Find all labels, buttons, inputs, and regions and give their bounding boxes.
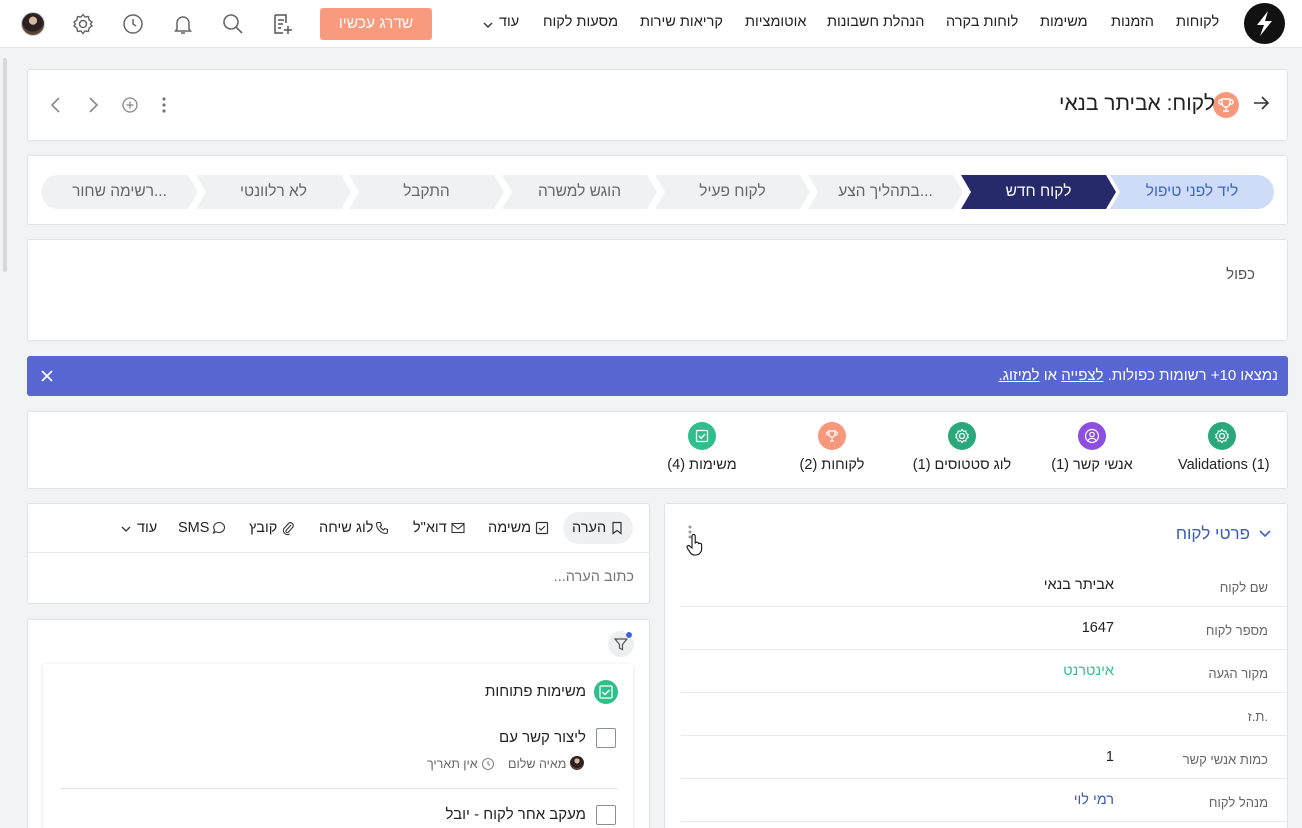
nav-automations[interactable]: אוטומציות xyxy=(745,14,807,30)
user-avatar[interactable] xyxy=(21,12,45,36)
tab-more[interactable]: עוד xyxy=(137,520,157,536)
tab-file[interactable]: קובץ xyxy=(249,520,277,536)
clock-icon[interactable] xyxy=(121,12,145,36)
upgrade-button[interactable]: שדרג עכשיו xyxy=(320,8,432,40)
nav-dashboards[interactable]: לוחות בקרה xyxy=(946,14,1018,30)
nav-more[interactable]: עוד xyxy=(499,14,519,30)
back-arrow-icon[interactable] xyxy=(1252,95,1270,111)
nav-tasks[interactable]: משימות xyxy=(1040,14,1088,30)
related-status-log[interactable]: לוג סטטוסים (1) xyxy=(912,422,1012,473)
tab-call-log[interactable]: לוג שיחה xyxy=(319,520,373,536)
field-customer-number: מספר לקוח 1647 xyxy=(681,607,1288,650)
bookmark-icon xyxy=(612,521,622,535)
composer-divider xyxy=(28,552,649,553)
chevron-right-icon[interactable] xyxy=(86,96,100,114)
page-scrollbar[interactable] xyxy=(3,58,7,272)
gear-icon xyxy=(1208,422,1236,450)
chevron-down-icon[interactable] xyxy=(482,20,494,30)
duplicates-banner: נמצאו 10+ רשומות כפולות. לצפייה או למיזו… xyxy=(27,356,1288,396)
paperclip-icon xyxy=(282,522,294,536)
stage-active-customer[interactable]: לקוח פעיל xyxy=(655,175,810,209)
task-title[interactable]: מעקב אחר לקוח - יובל xyxy=(445,806,586,823)
task-owner: מאיה שלום xyxy=(508,757,567,771)
chat-bubble-icon xyxy=(212,521,225,535)
user-icon xyxy=(1078,422,1106,450)
stage-accepted[interactable]: התקבל xyxy=(349,175,504,209)
logo-icon xyxy=(1257,11,1272,36)
related-contacts[interactable]: אנשי קשר (1) xyxy=(1050,422,1134,473)
customer-type-badge xyxy=(1213,92,1239,118)
stage-lead-before-handling[interactable]: ליד לפני טיפול xyxy=(1110,175,1274,209)
field-id-number: ת.ז. xyxy=(681,693,1288,736)
page-title: לקוח: אביתר בנאי xyxy=(1059,92,1215,115)
related-tasks[interactable]: משימות (4) xyxy=(664,422,740,473)
stage-submitted[interactable]: הוגש למשרה xyxy=(502,175,657,209)
chevron-down-icon[interactable] xyxy=(120,524,132,534)
field-lead-source: מקור הגעה אינטרנט xyxy=(681,650,1288,693)
tab-email[interactable]: דוא"ל xyxy=(413,520,447,536)
nav-accounting[interactable]: הנהלת חשבונות xyxy=(827,14,924,30)
tab-note-label[interactable]: הערה xyxy=(572,520,606,536)
stage-blacklist[interactable]: רשימה שחור... xyxy=(41,175,198,209)
details-section-title[interactable]: פרטי לקוח xyxy=(1176,524,1250,544)
task-due-date: אין תאריך xyxy=(427,757,478,771)
tab-sms[interactable]: SMS xyxy=(178,520,209,536)
duplicate-label: כפול xyxy=(1226,266,1255,283)
nav-customers[interactable]: לקוחות xyxy=(1176,14,1219,30)
task-divider xyxy=(60,788,618,789)
nav-customer-journeys[interactable]: מסעות לקוח xyxy=(543,14,618,30)
top-navigation-bar: לקוחות הזמנות משימות לוחות בקרה הנהלת חש… xyxy=(0,0,1302,48)
open-tasks-title: משימות פתוחות xyxy=(485,683,586,700)
filter-active-dot xyxy=(625,631,633,639)
merge-duplicates-link[interactable]: למיזוג. xyxy=(998,367,1039,384)
chevron-left-icon[interactable] xyxy=(49,96,63,114)
cursor-hand-icon xyxy=(686,534,703,556)
check-icon xyxy=(688,422,716,450)
chevron-down-icon[interactable] xyxy=(1258,528,1272,540)
note-input[interactable] xyxy=(40,565,634,589)
checkbox-icon xyxy=(535,521,549,535)
view-duplicates-link[interactable]: לצפייה xyxy=(1061,367,1103,384)
related-validations[interactable]: Validations (1) xyxy=(1178,422,1270,473)
more-vertical-icon[interactable] xyxy=(157,96,171,114)
tab-task[interactable]: משימה xyxy=(488,520,531,536)
nav-orders[interactable]: הזמנות xyxy=(1111,14,1154,30)
task-checkbox[interactable] xyxy=(596,805,616,825)
phone-icon xyxy=(375,521,389,535)
stage-new-customer[interactable]: לקוח חדש xyxy=(961,175,1116,209)
task-title[interactable]: ליצור קשר עם xyxy=(499,729,586,746)
clock-icon xyxy=(481,757,495,771)
related-customers[interactable]: לקוחות (2) xyxy=(796,422,868,473)
field-account-manager: מנהל לקוח רמי לוי xyxy=(681,779,1288,822)
open-tasks-badge xyxy=(594,680,618,704)
task-checkbox[interactable] xyxy=(596,728,616,748)
task-owner-avatar xyxy=(570,756,584,770)
search-icon[interactable] xyxy=(221,12,245,36)
duplicate-field-card: כפול xyxy=(27,239,1288,341)
trophy-icon xyxy=(818,422,846,450)
mail-icon xyxy=(451,522,465,534)
close-icon[interactable] xyxy=(40,369,54,383)
check-icon xyxy=(599,685,613,699)
field-contacts-count: כמות אנשי קשר 1 xyxy=(681,736,1288,779)
gear-icon xyxy=(948,422,976,450)
logo[interactable] xyxy=(1244,3,1285,44)
bell-icon[interactable] xyxy=(171,12,195,36)
field-customer-name: שם לקוח אביתר בנאי xyxy=(681,564,1288,607)
banner-message: נמצאו 10+ רשומות כפולות. לצפייה או למיזו… xyxy=(998,367,1278,384)
new-note-icon[interactable] xyxy=(270,12,294,36)
stage-in-offer-process[interactable]: בתהליך הצע... xyxy=(808,175,963,209)
gear-icon[interactable] xyxy=(71,12,95,36)
stage-not-relevant[interactable]: לא רלוונטי xyxy=(196,175,351,209)
trophy-icon xyxy=(1218,98,1234,112)
add-circle-icon[interactable] xyxy=(121,96,139,114)
nav-service-calls[interactable]: קריאות שירות xyxy=(640,14,723,30)
